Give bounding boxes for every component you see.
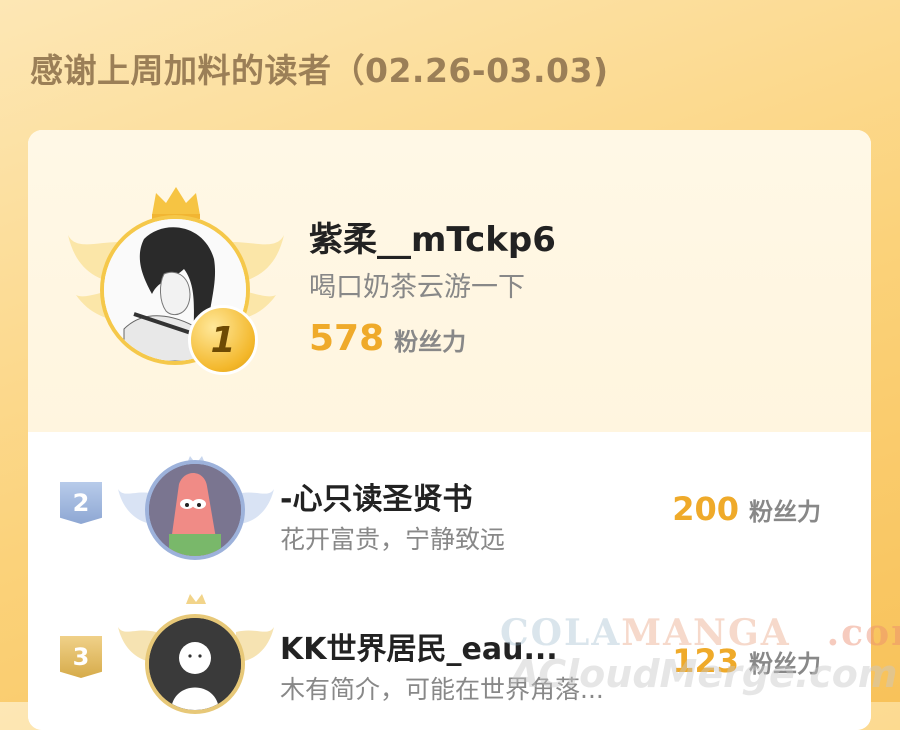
top-reader-panel[interactable]: 1 紫柔__mTckp6 喝口奶茶云游一下 578 粉丝力 <box>28 130 871 432</box>
top-reader-name[interactable]: 紫柔__mTckp6 <box>309 212 556 261</box>
fans-count: 578 <box>309 318 385 359</box>
fans-count: 200 <box>672 490 739 528</box>
rank-1-badge: 1 <box>188 305 258 375</box>
watermark-line-2: ACloudMerge.com <box>510 652 898 696</box>
fans-unit: 粉丝力 <box>394 328 467 356</box>
avatar-illustration <box>149 618 241 710</box>
page-title: 感谢上周加料的读者（02.26-03.03) <box>30 51 609 90</box>
rank-2-badge: 2 <box>60 482 102 524</box>
top-reader-fans: 578 粉丝力 <box>309 318 466 359</box>
reader-fans: 200 粉丝力 <box>672 490 821 528</box>
list-item[interactable]: 2 -心只读圣贤书 花开富贵，宁静致远 200 粉丝力 <box>28 432 871 592</box>
avatar[interactable] <box>145 614 245 714</box>
avatar[interactable] <box>145 460 245 560</box>
watermark-part-b: MANGA <box>621 612 791 654</box>
crown-icon <box>152 187 200 219</box>
avatar-illustration <box>149 464 241 556</box>
watermark-part-a: COLA <box>500 612 622 654</box>
rank-3-badge: 3 <box>60 636 102 678</box>
reader-name[interactable]: -心只读圣贤书 <box>280 474 472 518</box>
fans-unit: 粉丝力 <box>749 498 821 526</box>
watermark-part-c: .com <box>826 612 900 654</box>
reader-bio: 花开富贵，宁静致远 <box>280 525 506 554</box>
watermark-line-1: COLAMANGA .com <box>500 612 900 654</box>
top-reader-bio: 喝口奶茶云游一下 <box>309 272 525 303</box>
